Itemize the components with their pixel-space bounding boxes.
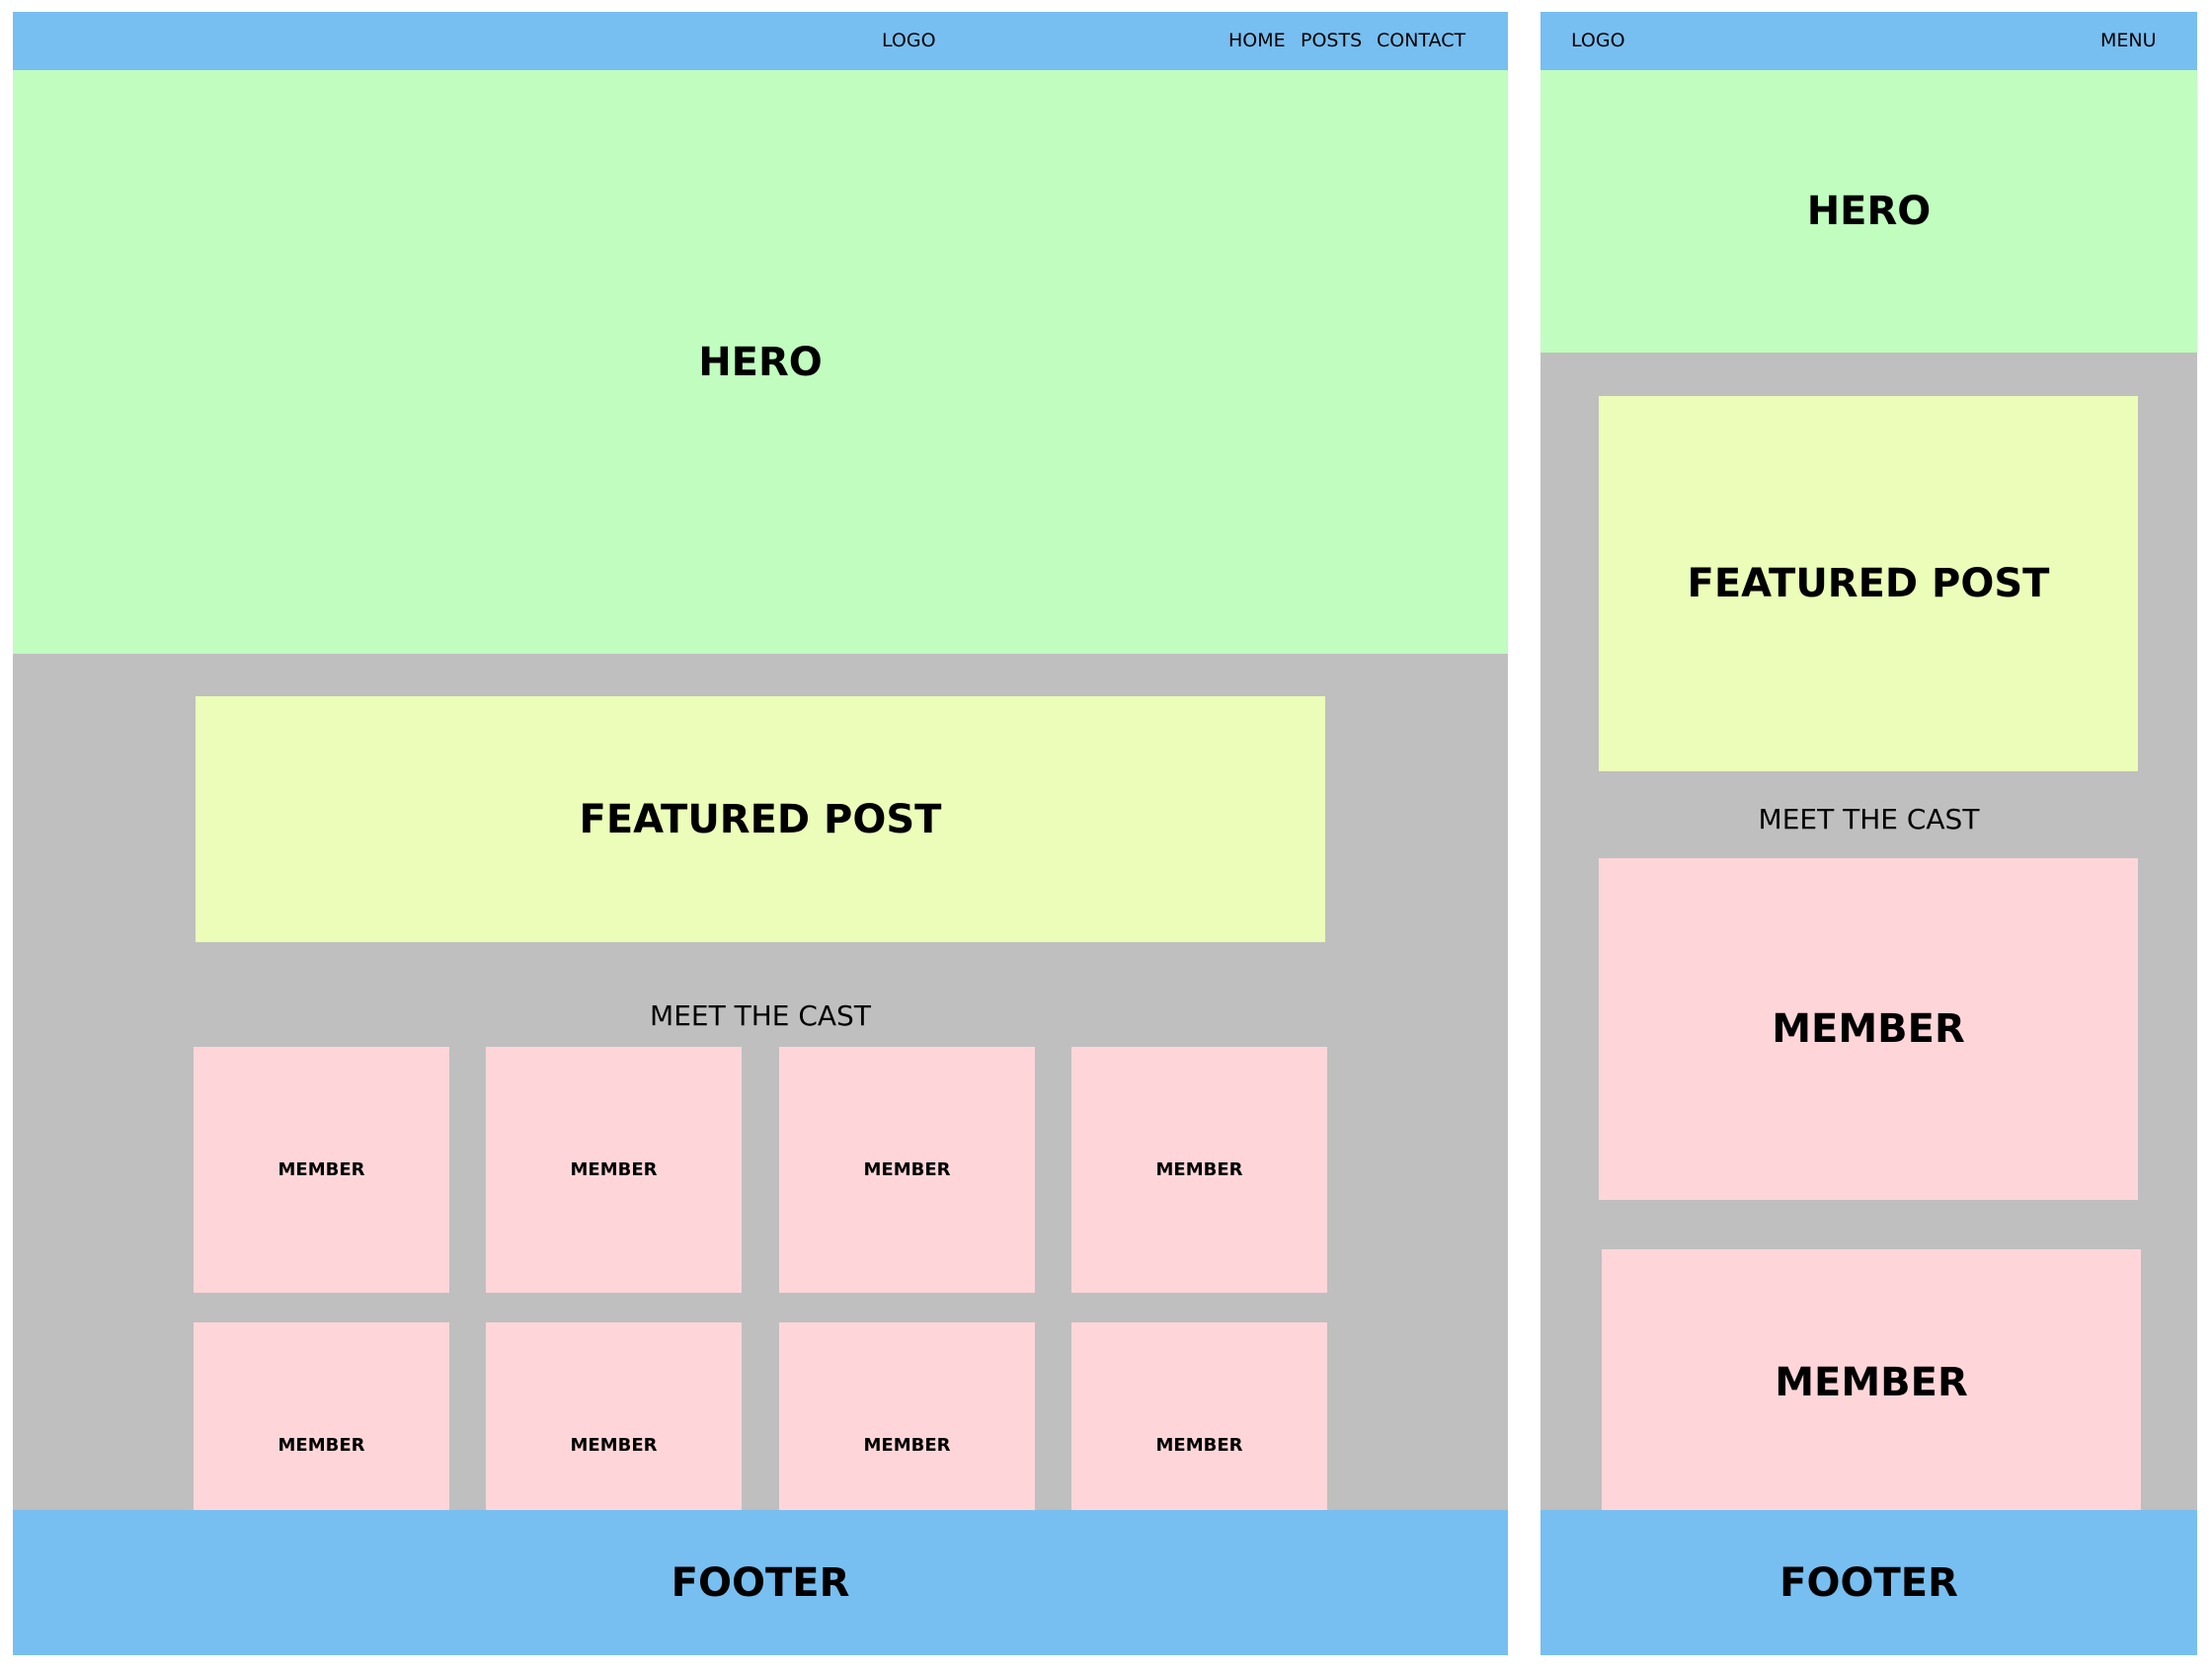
- cast-member-card[interactable]: MEMBER: [1599, 858, 2138, 1200]
- desktop-main-section: FEATURED POST MEET THE CAST MEMBER MEMBE…: [13, 654, 1508, 1568]
- member-label: MEMBER: [1775, 1360, 1968, 1405]
- cast-member-card[interactable]: MEMBER: [486, 1047, 742, 1293]
- mobile-featured-post[interactable]: FEATURED POST: [1599, 396, 2138, 771]
- desktop-hero: HERO: [13, 70, 1508, 654]
- mobile-main-section: FEATURED POST MEET THE CAST MEMBER MEMBE…: [1540, 353, 2197, 1591]
- mobile-logo[interactable]: LOGO: [1571, 12, 1625, 70]
- desktop-logo[interactable]: LOGO: [882, 12, 936, 70]
- mobile-menu-button[interactable]: MENU: [2100, 12, 2157, 70]
- cast-member-card[interactable]: MEMBER: [194, 1047, 449, 1293]
- desktop-featured-post[interactable]: FEATURED POST: [196, 696, 1325, 942]
- cast-member-card[interactable]: MEMBER: [1071, 1047, 1327, 1293]
- nav-link-home[interactable]: HOME: [1228, 12, 1286, 70]
- mobile-wireframe: LOGO MENU HERO FEATURED POST MEET THE CA…: [1540, 12, 2197, 1655]
- nav-link-posts[interactable]: POSTS: [1301, 12, 1362, 70]
- desktop-cast-title: MEET THE CAST: [650, 999, 871, 1032]
- mobile-cast-title: MEET THE CAST: [1758, 803, 1980, 836]
- desktop-footer: FOOTER: [13, 1510, 1508, 1655]
- desktop-wireframe: LOGO HOME POSTS CONTACT HERO FEATURED PO…: [13, 12, 1508, 1655]
- mobile-footer: FOOTER: [1540, 1510, 2197, 1655]
- mobile-header: LOGO MENU: [1540, 12, 2197, 70]
- mobile-hero: HERO: [1540, 70, 2197, 353]
- nav-link-contact[interactable]: CONTACT: [1377, 12, 1465, 70]
- desktop-header: LOGO HOME POSTS CONTACT: [13, 12, 1508, 70]
- cast-member-card[interactable]: MEMBER: [779, 1047, 1035, 1293]
